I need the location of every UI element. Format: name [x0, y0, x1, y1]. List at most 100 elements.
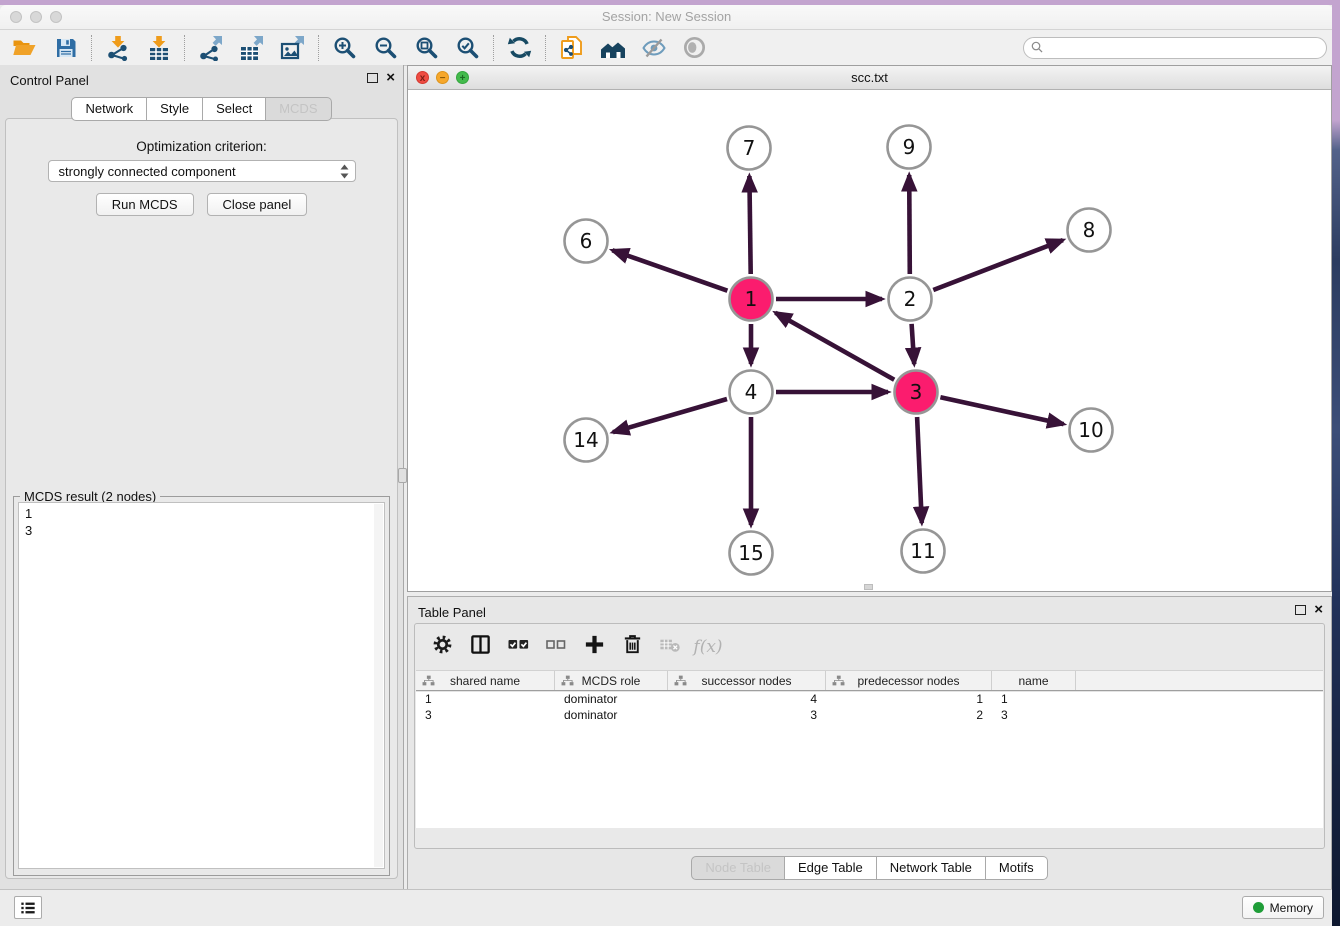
table-toolbar: f(x) — [415, 624, 1324, 669]
zoom-selected-button[interactable] — [447, 33, 488, 63]
open-session-button[interactable] — [4, 33, 45, 63]
create-column-button[interactable] — [577, 631, 611, 663]
zoom-out-button[interactable] — [365, 33, 406, 63]
edge-2-9[interactable] — [909, 175, 910, 274]
close-table-panel-icon[interactable]: × — [1314, 604, 1323, 616]
edge-2-3[interactable] — [912, 324, 915, 364]
column-header-shared-name[interactable]: shared name — [416, 671, 555, 690]
export-table-button[interactable] — [231, 33, 272, 63]
save-session-button[interactable] — [45, 33, 86, 63]
task-history-button[interactable] — [14, 896, 42, 919]
cell[interactable]: 3 — [668, 707, 826, 723]
zoom-in-button[interactable] — [324, 33, 365, 63]
memory-button[interactable]: Memory — [1242, 896, 1324, 919]
panel-divider-handle[interactable] — [398, 468, 407, 483]
birds-eye-view-button[interactable] — [674, 33, 715, 63]
node-label: 9 — [903, 135, 916, 159]
function-builder-button[interactable]: f(x) — [691, 631, 725, 663]
cell[interactable]: 4 — [668, 691, 826, 707]
cell[interactable]: dominator — [555, 707, 668, 723]
node-9[interactable]: 9 — [888, 126, 931, 169]
cell[interactable]: 3 — [992, 707, 1076, 723]
export-network-button[interactable] — [190, 33, 231, 63]
cell[interactable]: 1 — [826, 691, 992, 707]
criterion-dropdown-value: strongly connected component — [59, 164, 340, 179]
duplicate-network-button[interactable] — [551, 33, 592, 63]
desktop-wallpaper-right — [1332, 0, 1340, 926]
network-canvas[interactable]: 1 2 3 4 6 7 8 9 10 11 14 15 — [408, 90, 1331, 591]
cell[interactable]: 2 — [826, 707, 992, 723]
search-box[interactable] — [1023, 37, 1327, 59]
node-1[interactable]: 1 — [730, 278, 773, 321]
edge-2-8[interactable] — [933, 240, 1063, 290]
result-scrollbar[interactable] — [374, 504, 383, 867]
close-panel-icon[interactable]: × — [386, 72, 395, 84]
table-tab-node-table[interactable]: Node Table — [691, 856, 785, 880]
cell[interactable]: 1 — [416, 691, 555, 707]
zoom-fit-icon — [415, 36, 439, 60]
folder-open-icon — [11, 36, 38, 60]
table-tab-network-table[interactable]: Network Table — [877, 856, 986, 880]
export-image-button[interactable] — [272, 33, 313, 63]
float-panel-icon[interactable] — [367, 73, 378, 83]
toggle-columns-button[interactable] — [463, 631, 497, 663]
node-15[interactable]: 15 — [730, 532, 773, 575]
network-overview-button[interactable] — [592, 33, 633, 63]
column-header-name[interactable]: name — [992, 671, 1076, 690]
cell[interactable] — [1076, 691, 1323, 707]
node-4[interactable]: 4 — [730, 371, 773, 414]
memory-status-icon — [1253, 902, 1264, 913]
node-7[interactable]: 7 — [728, 127, 771, 170]
cell[interactable]: dominator — [555, 691, 668, 707]
close-panel-button[interactable]: Close panel — [207, 193, 308, 216]
node-3[interactable]: 3 — [895, 371, 938, 414]
column-header-predecessor-nodes[interactable]: predecessor nodes — [826, 671, 992, 690]
delete-column-button[interactable] — [615, 631, 649, 663]
edge-3-10[interactable] — [940, 397, 1063, 424]
hide-graphics-details-button[interactable] — [633, 33, 674, 63]
edge-3-1[interactable] — [775, 313, 894, 380]
cell[interactable] — [1076, 707, 1323, 723]
deselect-all-columns-button[interactable] — [539, 631, 573, 663]
search-icon — [1031, 41, 1044, 54]
import-network-button[interactable] — [97, 33, 138, 63]
column-header-successor-nodes[interactable]: successor nodes — [668, 671, 826, 690]
node-label: 4 — [745, 380, 758, 404]
zoom-fit-button[interactable] — [406, 33, 447, 63]
tab-mcds[interactable]: MCDS — [266, 97, 331, 121]
table-row-2[interactable]: 3dominator323 — [416, 707, 1323, 723]
criterion-dropdown[interactable]: strongly connected component — [48, 160, 356, 182]
mcds-result-textarea[interactable]: 1 3 — [18, 502, 385, 869]
delete-table-button[interactable] — [653, 631, 687, 663]
search-input[interactable] — [1049, 40, 1319, 56]
table-header-row: shared nameMCDS rolesuccessor nodesprede… — [416, 670, 1323, 691]
apply-layout-button[interactable] — [499, 33, 540, 63]
node-10[interactable]: 10 — [1070, 409, 1113, 452]
edge-1-7[interactable] — [749, 176, 750, 274]
table-settings-button[interactable] — [425, 631, 459, 663]
node-14[interactable]: 14 — [565, 419, 608, 462]
table-row-1[interactable]: 1dominator411 — [416, 691, 1323, 707]
column-header-MCDS-role[interactable]: MCDS role — [555, 671, 668, 690]
edge-3-11[interactable] — [917, 417, 922, 523]
table-tab-edge-table[interactable]: Edge Table — [785, 856, 877, 880]
tab-network[interactable]: Network — [71, 97, 147, 121]
cell[interactable]: 1 — [992, 691, 1076, 707]
node-8[interactable]: 8 — [1068, 209, 1111, 252]
toolbar-separator — [318, 35, 319, 61]
import-table-button[interactable] — [138, 33, 179, 63]
canvas-resize-grip[interactable] — [864, 584, 873, 590]
float-table-panel-icon[interactable] — [1295, 605, 1306, 615]
select-all-columns-button[interactable] — [501, 631, 535, 663]
cell[interactable]: 3 — [416, 707, 555, 723]
gray-eye-icon — [682, 35, 707, 60]
tab-select[interactable]: Select — [203, 97, 266, 121]
run-mcds-button[interactable]: Run MCDS — [96, 193, 194, 216]
table-tab-motifs[interactable]: Motifs — [986, 856, 1048, 880]
node-6[interactable]: 6 — [565, 220, 608, 263]
edge-4-14[interactable] — [613, 399, 727, 432]
node-11[interactable]: 11 — [902, 530, 945, 573]
tab-style[interactable]: Style — [147, 97, 203, 121]
node-2[interactable]: 2 — [889, 278, 932, 321]
edge-1-6[interactable] — [612, 250, 727, 290]
